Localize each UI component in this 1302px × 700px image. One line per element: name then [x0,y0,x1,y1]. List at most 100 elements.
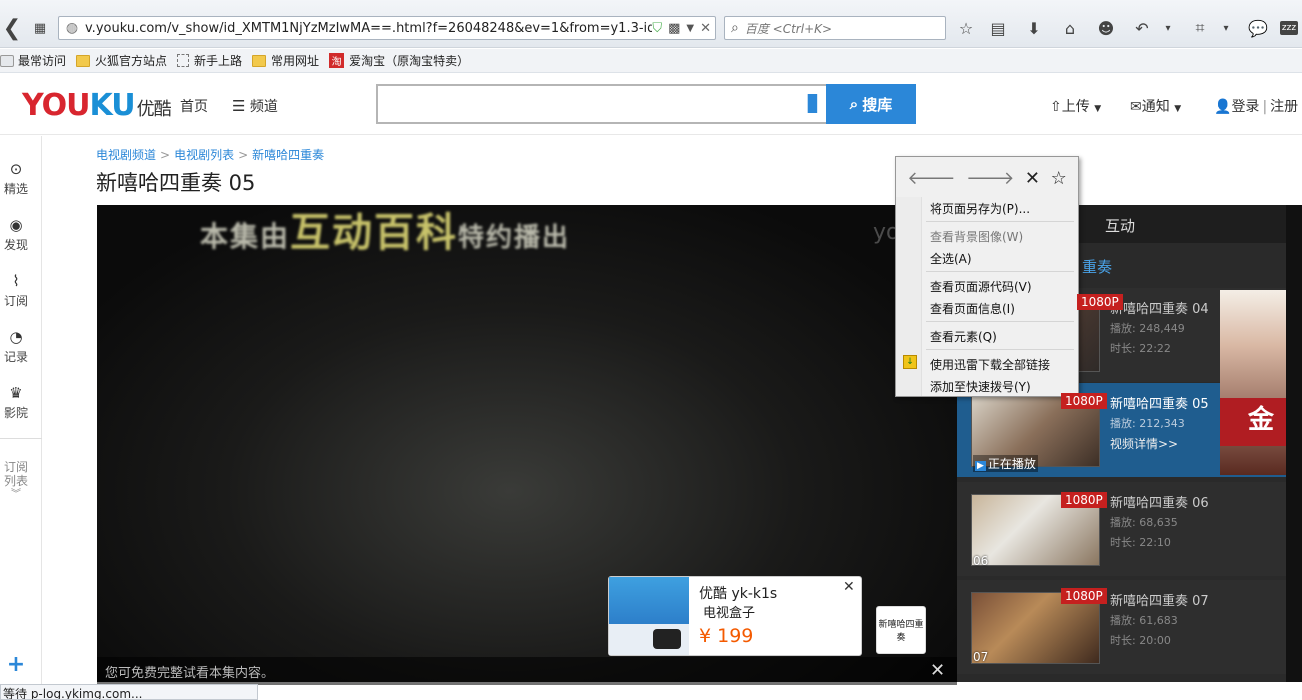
notify-label: 通知 [1141,99,1170,115]
close-icon[interactable]: ✕ [843,579,855,595]
tab-interact[interactable]: 互动 [1105,215,1135,236]
sidebar-item-label: 发现 [3,238,28,252]
bookmarks-bar: 最常访问 火狐官方站点 新手上路 常用网址 淘 爱淘宝（原淘宝特卖） [0,49,1302,73]
breadcrumb-link[interactable]: 电视剧列表 [174,148,234,162]
episode-plays: 播放: 61,683 [1110,614,1178,627]
menu-separator [926,321,1074,322]
notify-menu[interactable]: ✉通知 ▼ [1130,96,1181,116]
sleep-icon[interactable]: zzz [1280,21,1298,35]
sidebar-item-history[interactable]: ◔ 记录 [0,328,32,365]
star-icon[interactable]: ☆ [956,18,976,38]
hd-badge: 1080P [1061,588,1107,604]
breadcrumb-link[interactable]: 电视剧频道 [96,148,156,162]
bookmark-label: 常用网址 [271,54,320,68]
ad-side-logo-text: 新嘻哈四重奏 [878,620,924,643]
forward-icon[interactable]: 🡒 [966,168,1014,189]
subscription-list-toggle[interactable]: 订阅 列表 ︾ [0,460,32,502]
sidebar-item-subscribe[interactable]: ⌇ 订阅 [0,272,32,309]
taobao-icon: 淘 [329,53,345,68]
smiley-icon[interactable]: ☻ [1096,18,1116,38]
dropdown-icon[interactable]: ▾ [1158,18,1178,38]
page-icon [177,54,190,67]
undo-icon[interactable]: ↶ [1132,18,1152,38]
home-icon[interactable]: ⌂ [1060,18,1080,38]
menu-separator [926,349,1074,350]
chat-icon[interactable]: 💬 [1248,18,1268,38]
stop-icon[interactable]: ✕ [1025,168,1040,189]
sidebar-item-label: 记录 [3,350,28,364]
breadcrumb-link[interactable]: 新嘻哈四重奏 [252,148,324,162]
register-link[interactable]: 注册 [1270,99,1298,115]
menu-icon: ☰ [232,97,246,115]
menu-item-thunder-download[interactable]: 使用迅雷下载全部链接 [930,356,1050,373]
episode-details-link[interactable]: 视频详情>> [1110,435,1178,452]
status-bar: 等待 p-log.ykimg.com... [0,684,258,700]
ad-popup[interactable]: 优酷 yk-k1s 电视盒子 ¥ 199 ✕ [608,576,862,656]
bookmark-item[interactable]: 淘 爱淘宝（原淘宝特卖） [329,52,469,69]
youku-logo[interactable]: YOUKU 优酷 [22,88,172,123]
play-icon: ▶ [975,461,986,471]
add-button[interactable]: + [0,652,32,677]
sidebar-item-featured[interactable]: ⊙ 精选 [0,160,32,197]
scrollbar[interactable] [1286,205,1302,682]
reading-list-icon[interactable]: ▤ [988,18,1008,38]
dropdown-icon[interactable]: ▼ [686,23,694,34]
upload-menu[interactable]: ⇧上传 ▼ [1050,96,1101,116]
episode-title: 新嘻哈四重奏 07 [1110,594,1209,609]
now-playing-text: 正在播放 [987,457,1036,471]
bookmark-list-icon[interactable]: ▦ [30,18,50,38]
overlay-text-b: 互动百科 [290,210,459,256]
chart-icon[interactable]: ▊ [808,94,820,113]
clock-icon: ◔ [9,328,23,346]
mail-icon: ✉ [1130,99,1142,115]
breadcrumb: 电视剧频道 > 电视剧列表 > 新嘻哈四重奏 [96,148,325,162]
back-icon[interactable]: ❮ [2,16,22,41]
back-icon[interactable]: 🡐 [907,168,955,189]
sidebar-item-discover[interactable]: ◉ 发现 [0,216,32,253]
menu-item-view-bg-image[interactable]: 查看背景图像(W) [930,228,1023,245]
sidebar-sub-label: 列表 [3,474,28,488]
menu-item-view-source[interactable]: 查看页面源代码(V) [930,278,1032,295]
bookmark-label: 爱淘宝（原淘宝特卖） [349,54,470,68]
close-icon[interactable]: ✕ [930,660,945,681]
nav-home[interactable]: 首页 [180,96,208,116]
logo-ku: KU [89,88,136,123]
youku-search-button[interactable]: ⌕ 搜库 [826,84,916,124]
episode-duration: 时长: 20:00 [1110,634,1171,647]
dropdown-icon[interactable]: ▾ [1216,18,1236,38]
ad-side-logo[interactable]: 新嘻哈四重奏 [876,606,926,654]
nav-channel[interactable]: ☰ 频道 [232,96,278,116]
search-bar[interactable]: ⌕ 百度 <Ctrl+K> [724,16,946,40]
qr-code-icon[interactable]: ▩ [668,21,680,36]
bookmark-item[interactable]: 火狐官方站点 [76,52,167,69]
bookmark-item[interactable]: 新手上路 [177,52,242,69]
episode-item[interactable]: 1080P 07 新嘻哈四重奏 07 播放: 61,683 时长: 20:00 [957,580,1286,674]
shield-icon[interactable]: ⛉ [652,21,662,36]
sidebar-item-cinema[interactable]: ♛ 影院 [0,384,32,421]
episode-item[interactable]: 1080P 06 新嘻哈四重奏 06 播放: 68,635 时长: 22:10 [957,482,1286,576]
address-bar[interactable]: ◍ v.youku.com/v_show/id_XMTM1NjYzMzIwMA=… [58,16,716,40]
page-title: 新嘻哈四重奏 05 [96,171,256,195]
bookmark-item[interactable]: 常用网址 [252,52,319,69]
menu-item-inspect[interactable]: 查看元素(Q) [930,328,997,345]
menu-separator [926,271,1074,272]
youku-search-input[interactable]: ▊ [376,84,828,124]
series-title[interactable]: 重奏 [1082,256,1112,277]
menu-item-page-info[interactable]: 查看页面信息(I) [930,300,1015,317]
globe-icon: ◍ [65,20,79,36]
episode-duration: 时长: 22:10 [1110,536,1171,549]
bookmark-label: 最常访问 [18,54,67,68]
menu-item-save-page[interactable]: 将页面另存为(P)... [930,200,1030,217]
download-icon[interactable]: ⬇ [1024,18,1044,38]
trial-notice-text: 您可免费完整试看本集内容。 [105,665,275,681]
crop-icon[interactable]: ⌗ [1190,18,1210,38]
menu-item-select-all[interactable]: 全选(A) [930,250,972,267]
star-icon[interactable]: ☆ [1051,168,1067,189]
url-text[interactable]: v.youku.com/v_show/id_XMTM1NjYzMzIwMA==.… [81,21,652,36]
login-link[interactable]: 登录 [1231,99,1259,115]
menu-item-add-speed-dial[interactable]: 添加至快速拨号(Y) [930,378,1031,395]
close-icon[interactable]: ✕ [700,21,711,36]
bookmark-item[interactable]: 最常访问 [0,52,66,69]
episode-title: 新嘻哈四重奏 04 [1110,302,1209,317]
upload-label: 上传 [1061,99,1090,115]
